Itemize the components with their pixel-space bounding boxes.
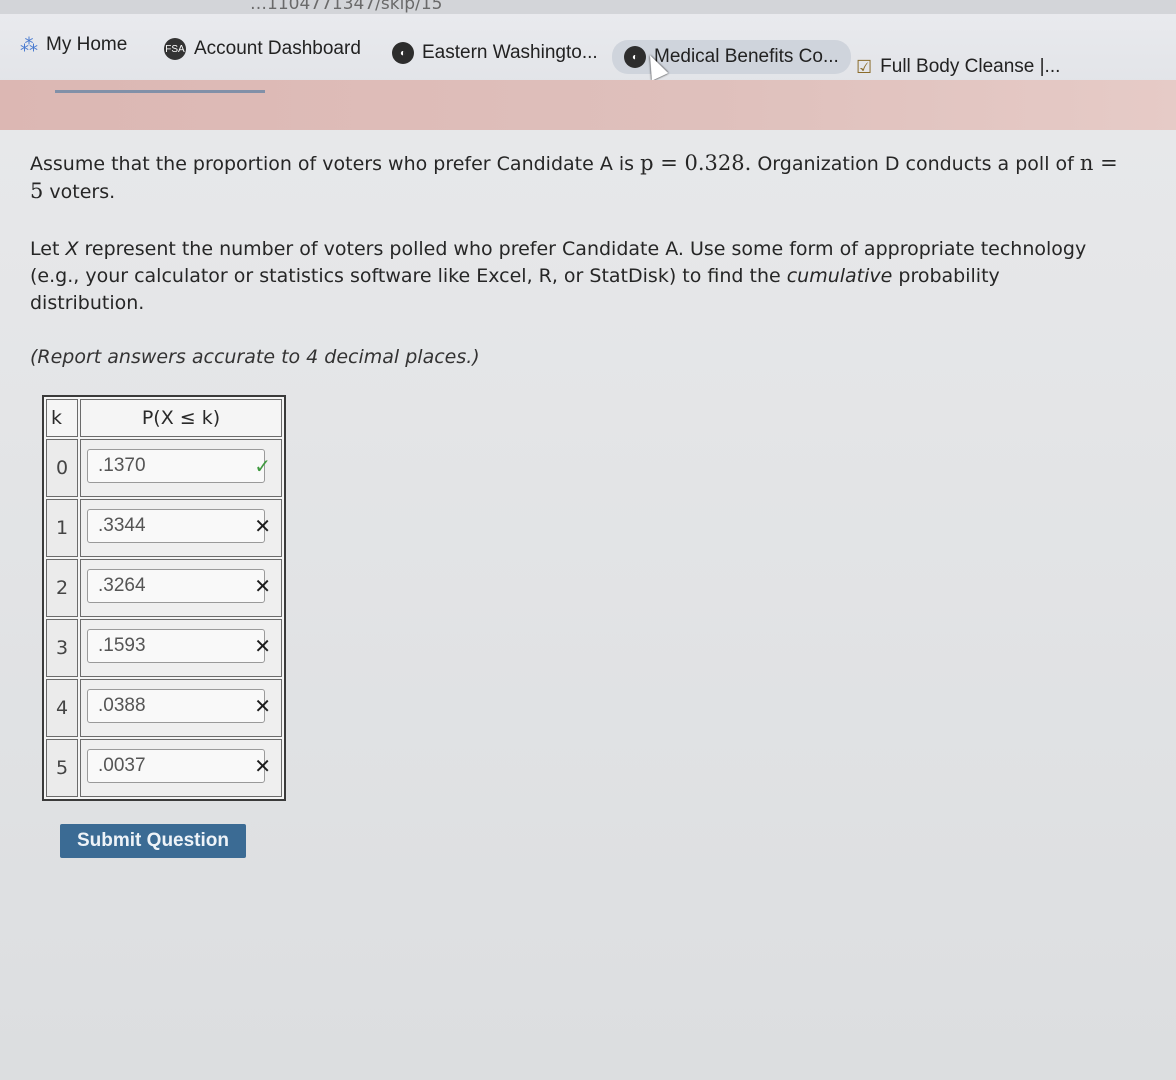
table-header-row: k P(X ≤ k) <box>46 399 282 437</box>
answer-input[interactable]: .0037 <box>87 749 265 783</box>
bookmark-label: Medical Benefits Co... <box>654 46 839 67</box>
cumulative-word: cumulative <box>786 265 893 287</box>
intro-text-c: voters. <box>43 181 116 203</box>
globe-icon: ◐ <box>624 46 646 68</box>
k-cell: 3 <box>46 619 78 677</box>
answer-input[interactable]: .0388 <box>87 689 265 723</box>
table-row: 4 .0388 ✕ <box>46 679 282 737</box>
answer-input[interactable]: .3264 <box>87 569 265 603</box>
bookmark-my-home[interactable]: ⁂ My Home <box>20 34 127 56</box>
let-text-a: Let <box>30 238 66 260</box>
table-row: 2 .3264 ✕ <box>46 559 282 617</box>
k-cell: 4 <box>46 679 78 737</box>
bookmark-label: Eastern Washingto... <box>422 42 598 63</box>
k-cell: 2 <box>46 559 78 617</box>
cross-icon: ✕ <box>254 694 271 718</box>
answer-input[interactable]: .1593 <box>87 629 265 663</box>
cumulative-probability-table: k P(X ≤ k) 0 .1370 ✓ 1 .3344 ✕ 2 .3264 ✕… <box>42 395 286 801</box>
bookmark-label: Full Body Cleanse |... <box>880 56 1061 77</box>
k-cell: 0 <box>46 439 78 497</box>
answer-cell: .3344 ✕ <box>80 499 282 557</box>
x-variable: X <box>65 238 79 260</box>
browser-top-strip: …1104771347/skip/15 <box>0 0 1176 14</box>
k-cell: 1 <box>46 499 78 557</box>
fsa-icon: FSA <box>164 38 186 60</box>
answer-input[interactable]: .1370 <box>87 449 265 483</box>
answer-input[interactable]: .3344 <box>87 509 265 543</box>
bookmarks-bar: ⁂ My Home FSA Account Dashboard ◐ Easter… <box>0 14 1176 86</box>
answer-cell: .0388 ✕ <box>80 679 282 737</box>
k-column-header: k <box>46 399 78 437</box>
table-row: 1 .3344 ✕ <box>46 499 282 557</box>
answer-cell: .1370 ✓ <box>80 439 282 497</box>
url-fragment: …1104771347/skip/15 <box>250 0 443 14</box>
answer-cell: .0037 ✕ <box>80 739 282 797</box>
k-cell: 5 <box>46 739 78 797</box>
answer-cell: .3264 ✕ <box>80 559 282 617</box>
bookmark-full-body-cleanse[interactable]: ☑ Full Body Cleanse |... <box>856 56 1060 78</box>
p-value: p = 0.328. <box>640 151 752 175</box>
cross-icon: ✕ <box>254 634 271 658</box>
answer-cell: .1593 ✕ <box>80 619 282 677</box>
page-header-band <box>0 80 1176 130</box>
question-instructions: Let X represent the number of voters pol… <box>30 236 1120 317</box>
bookmark-label: Account Dashboard <box>194 38 361 59</box>
table-row: 0 .1370 ✓ <box>46 439 282 497</box>
table-row: 3 .1593 ✕ <box>46 619 282 677</box>
cross-icon: ✕ <box>254 574 271 598</box>
bookmark-eastern-washington[interactable]: ◐ Eastern Washingto... <box>392 42 598 64</box>
intro-text-a: Assume that the proportion of voters who… <box>30 153 641 175</box>
bookmark-account-dashboard[interactable]: FSA Account Dashboard <box>164 38 361 60</box>
cross-icon: ✕ <box>254 754 271 778</box>
submit-question-button[interactable]: Submit Question <box>60 824 246 858</box>
table-row: 5 .0037 ✕ <box>46 739 282 797</box>
globe-icon: ◐ <box>392 42 414 64</box>
check-icon: ✓ <box>254 454 271 478</box>
rounding-note: (Report answers accurate to 4 decimal pl… <box>30 346 480 368</box>
checkbox-icon: ☑ <box>856 56 873 77</box>
bookmark-label: My Home <box>46 34 128 55</box>
apps-icon: ⁂ <box>20 34 38 55</box>
probability-column-header: P(X ≤ k) <box>80 399 282 437</box>
question-intro: Assume that the proportion of voters who… <box>30 150 1120 206</box>
intro-text-b: Organization D conducts a poll of <box>751 153 1080 175</box>
tab-underline <box>55 80 265 93</box>
cross-icon: ✕ <box>254 514 271 538</box>
